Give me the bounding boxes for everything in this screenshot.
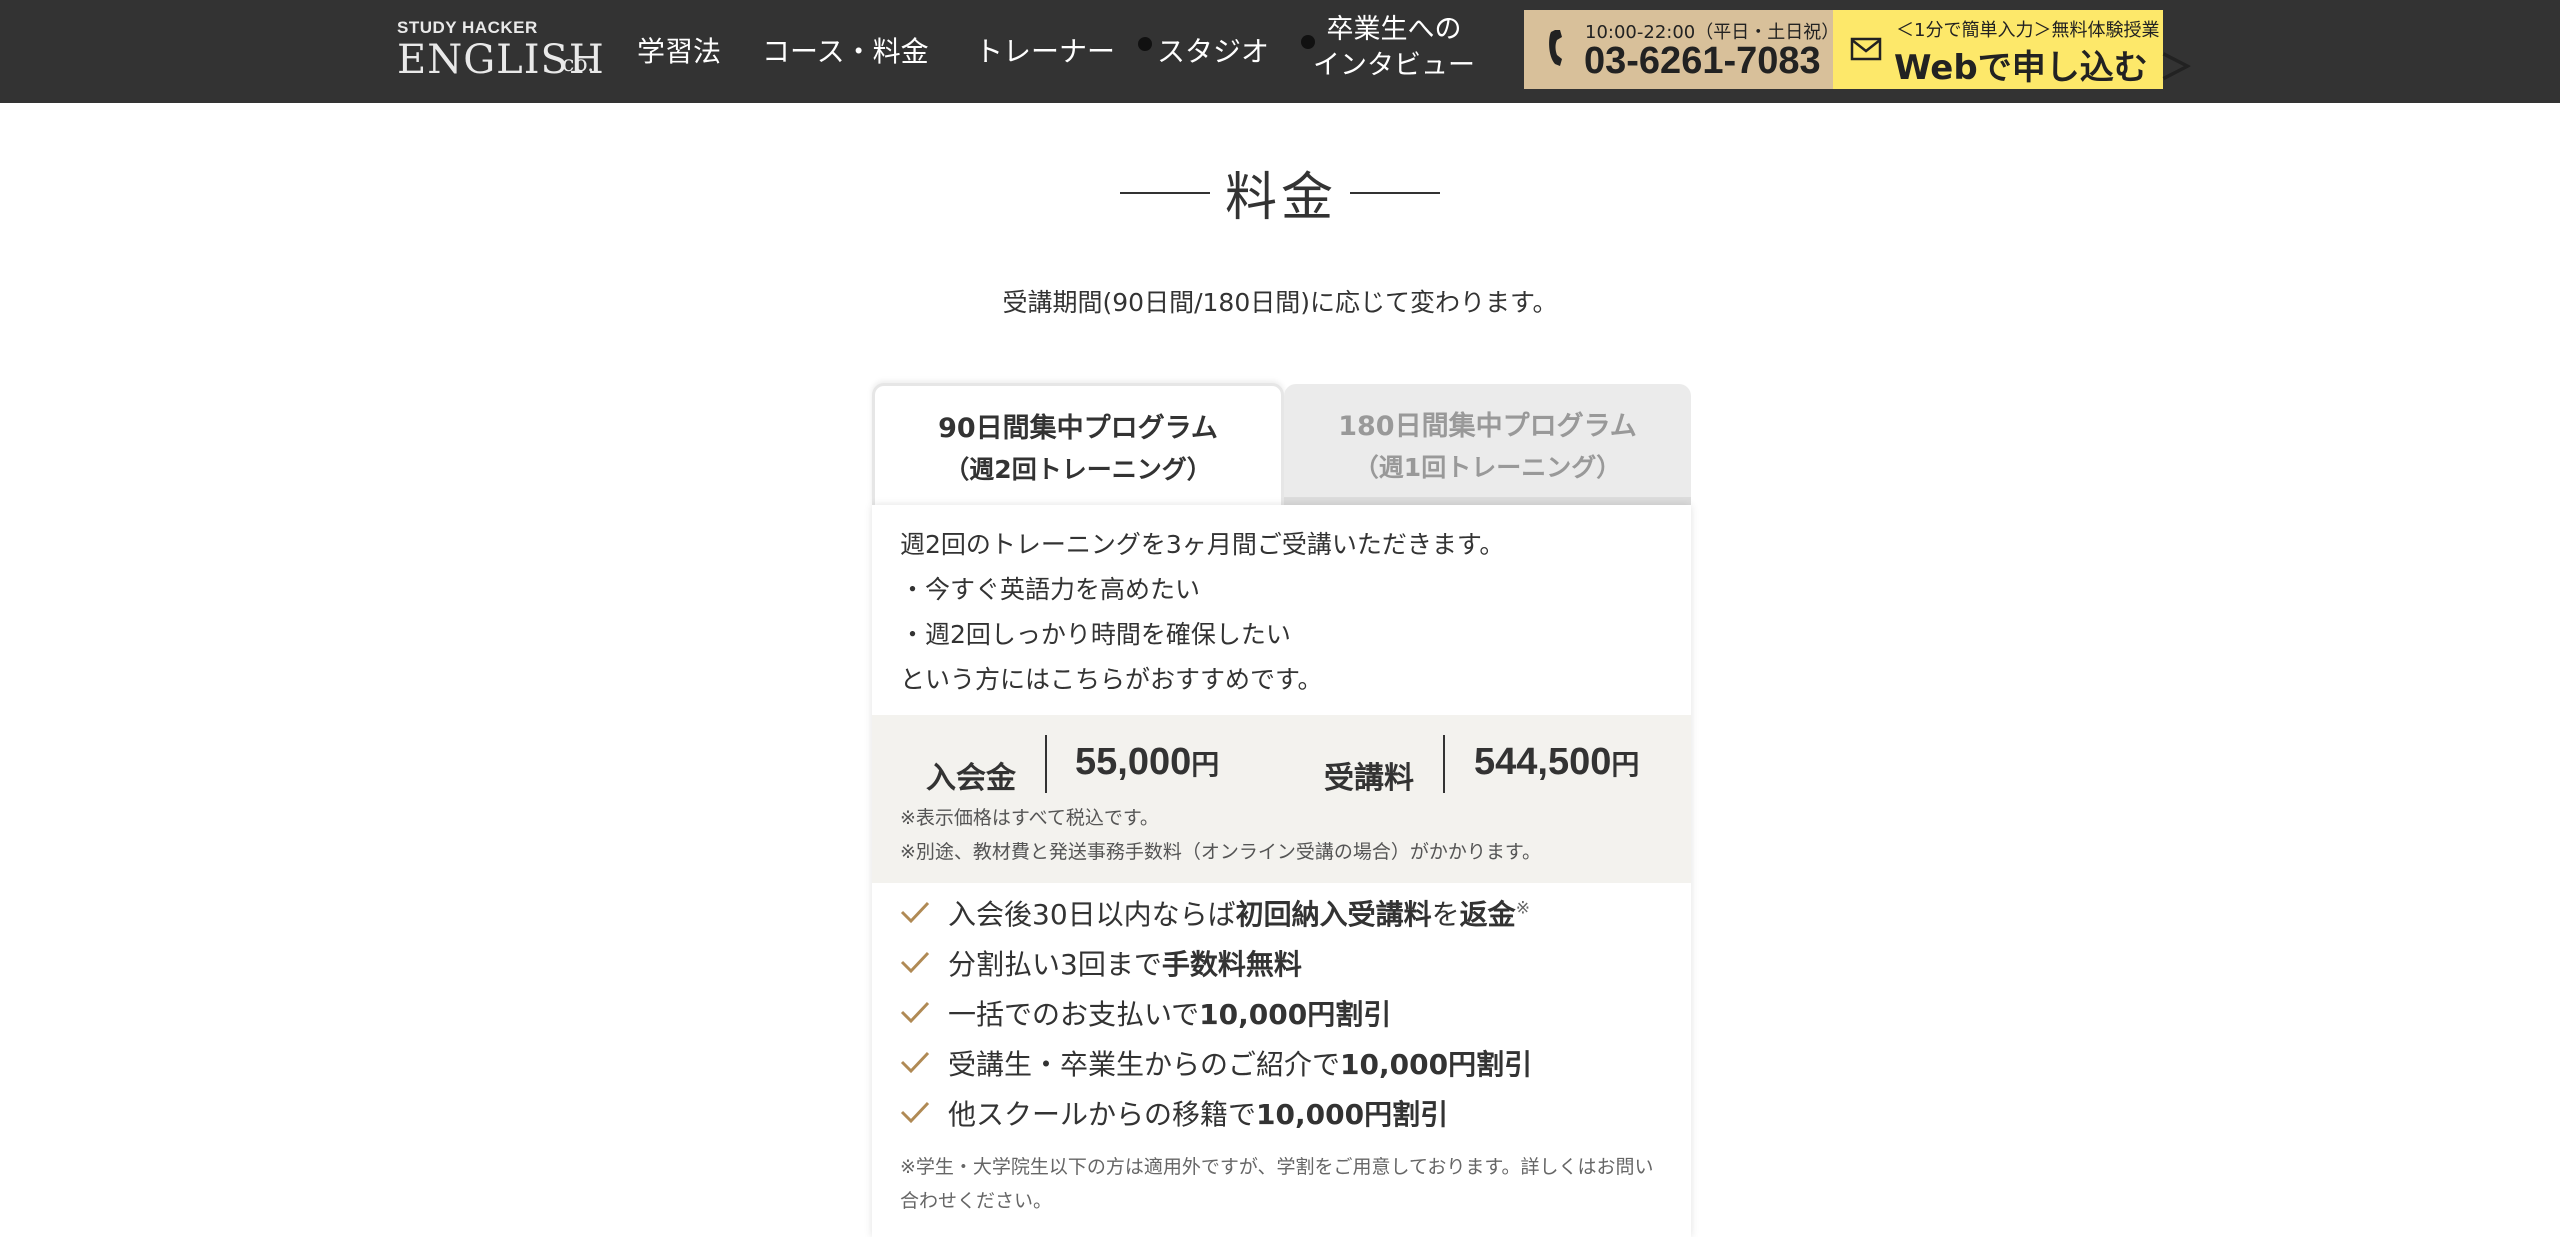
price-box: 入会金 55,000円 受講料 544,500円 ※表示価格はすべて税込です。 …	[872, 715, 1691, 883]
section-subtitle: 受講期間(90日間/180日間)に応じて変わります。	[1002, 288, 1558, 317]
benefit-text: 分割払い3回まで手数料無料	[948, 948, 1302, 981]
price-divider	[1045, 735, 1047, 793]
check-icon	[900, 1101, 930, 1124]
price-divider	[1443, 735, 1445, 793]
description-line: ・今すぐ英語力を高めたい	[900, 575, 1201, 604]
section-title: 料金	[1120, 155, 1440, 228]
logo-tagline: STUDY HACKER	[397, 18, 538, 37]
tab-label: 180日間集中プログラム	[1338, 411, 1637, 442]
check-icon	[900, 1051, 930, 1074]
tab-divider	[1284, 497, 1691, 505]
nav-bullet	[1138, 37, 1152, 51]
nav-item-graduate-interview[interactable]: 卒業生への インタビュー	[1313, 12, 1475, 84]
phone-number: 03-6261-7083	[1584, 40, 1821, 82]
tab-sublabel: （週2回トレーニング）	[944, 455, 1212, 484]
check-icon	[900, 1001, 930, 1024]
entry-fee-label: 入会金	[926, 761, 1016, 796]
benefit-text: 受講生・卒業生からのご紹介で10,000円割引	[948, 1048, 1533, 1081]
phone-contact-button[interactable]: 10:00-22:00（平日・土日祝） 03-6261-7083	[1524, 10, 1839, 89]
nav-item-method[interactable]: 学習法	[637, 30, 721, 70]
tuition-label: 受講料	[1324, 761, 1414, 796]
tab-180-day-program[interactable]: 180日間集中プログラム （週1回トレーニング）	[1284, 384, 1691, 506]
web-apply-subtext: ＜1分で簡単入力＞無料体験授業	[1896, 20, 2160, 41]
title-line-left	[1120, 192, 1210, 194]
check-icon	[900, 901, 930, 924]
description-line: 週2回のトレーニングを3ヶ月間ご受講いただきます。	[900, 530, 1505, 559]
benefit-text: 一括でのお支払いで10,000円割引	[948, 998, 1392, 1031]
benefit-text: 他スクールからの移籍で10,000円割引	[948, 1098, 1449, 1131]
top-nav-bar: STUDY HACKER ENGLISH co. 学習法 コース・料金 トレーナ…	[0, 0, 2560, 103]
nav-item-label-line2: インタビュー	[1313, 50, 1475, 81]
description-line: という方にはこちらがおすすめです。	[900, 665, 1323, 694]
student-discount-note: ※学生・大学院生以下の方は適用外ですが、学割をご用意しております。詳しくはお問い…	[900, 1156, 1654, 1212]
logo-co: co.	[562, 52, 595, 77]
tab-label: 90日間集中プログラム	[938, 413, 1218, 444]
pricing-panel: 週2回のトレーニングを3ヶ月間ご受講いただきます。 ・今すぐ英語力を高めたい ・…	[872, 505, 1691, 1237]
entry-fee-value: 55,000円	[1075, 741, 1220, 783]
mail-icon	[1850, 37, 1882, 61]
nav-item-label-line1: 卒業生への	[1326, 14, 1462, 45]
phone-icon	[1549, 30, 1562, 66]
description-line: ・週2回しっかり時間を確保したい	[900, 620, 1291, 649]
price-note: ※別途、教材費と発送事務手数料（オンライン受講の場合）がかかります。	[900, 841, 1542, 863]
footnote-marker: ※	[1515, 898, 1530, 919]
nav-item-studio[interactable]: スタジオ	[1157, 30, 1269, 70]
web-apply-button[interactable]: ＜1分で簡単入力＞無料体験授業 Webで申し込む ＞	[1833, 10, 2194, 89]
nav-item-course-price[interactable]: コース・料金	[762, 30, 929, 70]
nav-item-trainer[interactable]: トレーナー	[975, 30, 1115, 70]
tab-sublabel: （週1回トレーニング）	[1353, 453, 1622, 482]
web-apply-label: Webで申し込む ＞	[1894, 48, 2194, 88]
check-icon	[900, 951, 930, 974]
title-line-right	[1350, 192, 1440, 194]
site-logo[interactable]: STUDY HACKER ENGLISH co.	[397, 18, 604, 86]
price-note: ※表示価格はすべて税込です。	[900, 807, 1159, 829]
benefit-text: 入会後30日以内ならば初回納入受講料を返金※	[948, 898, 1530, 931]
tuition-value: 544,500円	[1474, 741, 1640, 783]
tab-90-day-program[interactable]: 90日間集中プログラム （週2回トレーニング）	[872, 383, 1284, 505]
page-title: 料金	[1225, 168, 1338, 228]
